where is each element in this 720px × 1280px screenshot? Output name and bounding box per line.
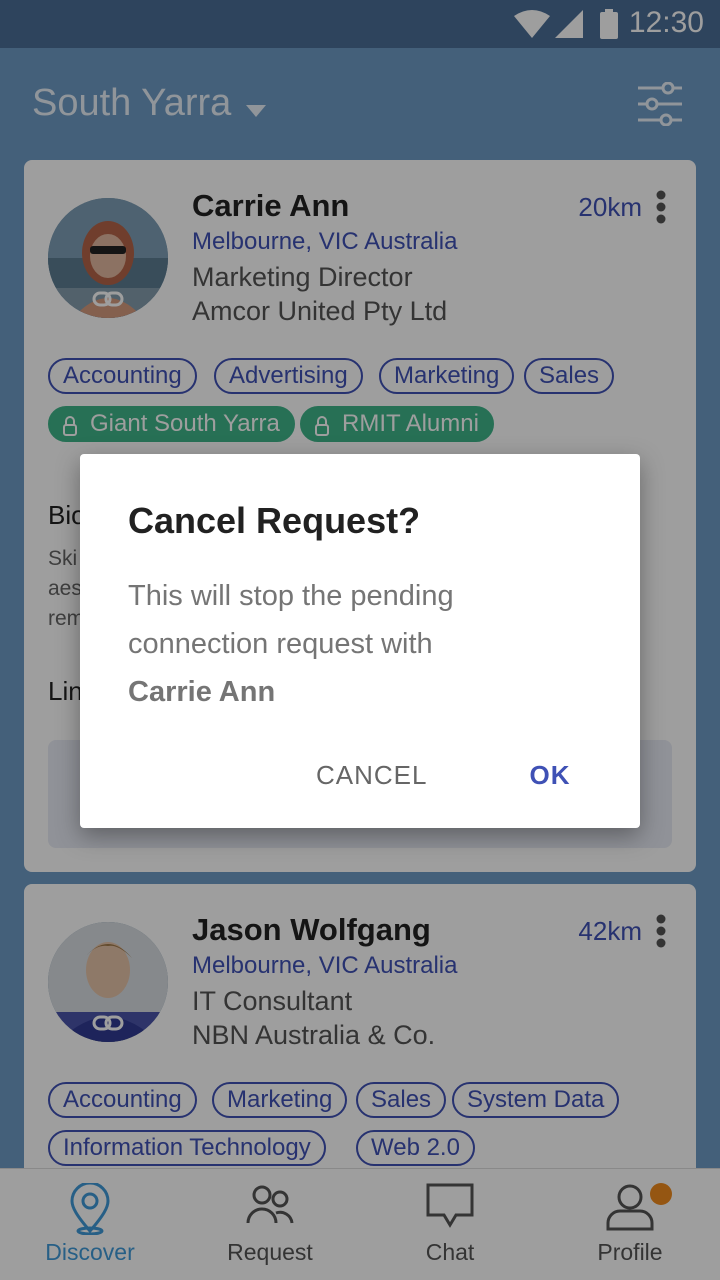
cancel-button[interactable]: CANCEL <box>316 760 427 791</box>
dialog-title: Cancel Request? <box>128 500 421 541</box>
dialog-message: This will stop the pending connection re… <box>128 572 598 716</box>
ok-button[interactable]: OK <box>520 760 580 791</box>
dialog-person-name: Carrie Ann <box>128 676 276 708</box>
dialog-message-line: This will stop the pending <box>128 580 454 612</box>
dialog-message-line: connection request with <box>128 628 433 660</box>
cancel-request-dialog: Cancel Request? This will stop the pendi… <box>80 454 640 828</box>
